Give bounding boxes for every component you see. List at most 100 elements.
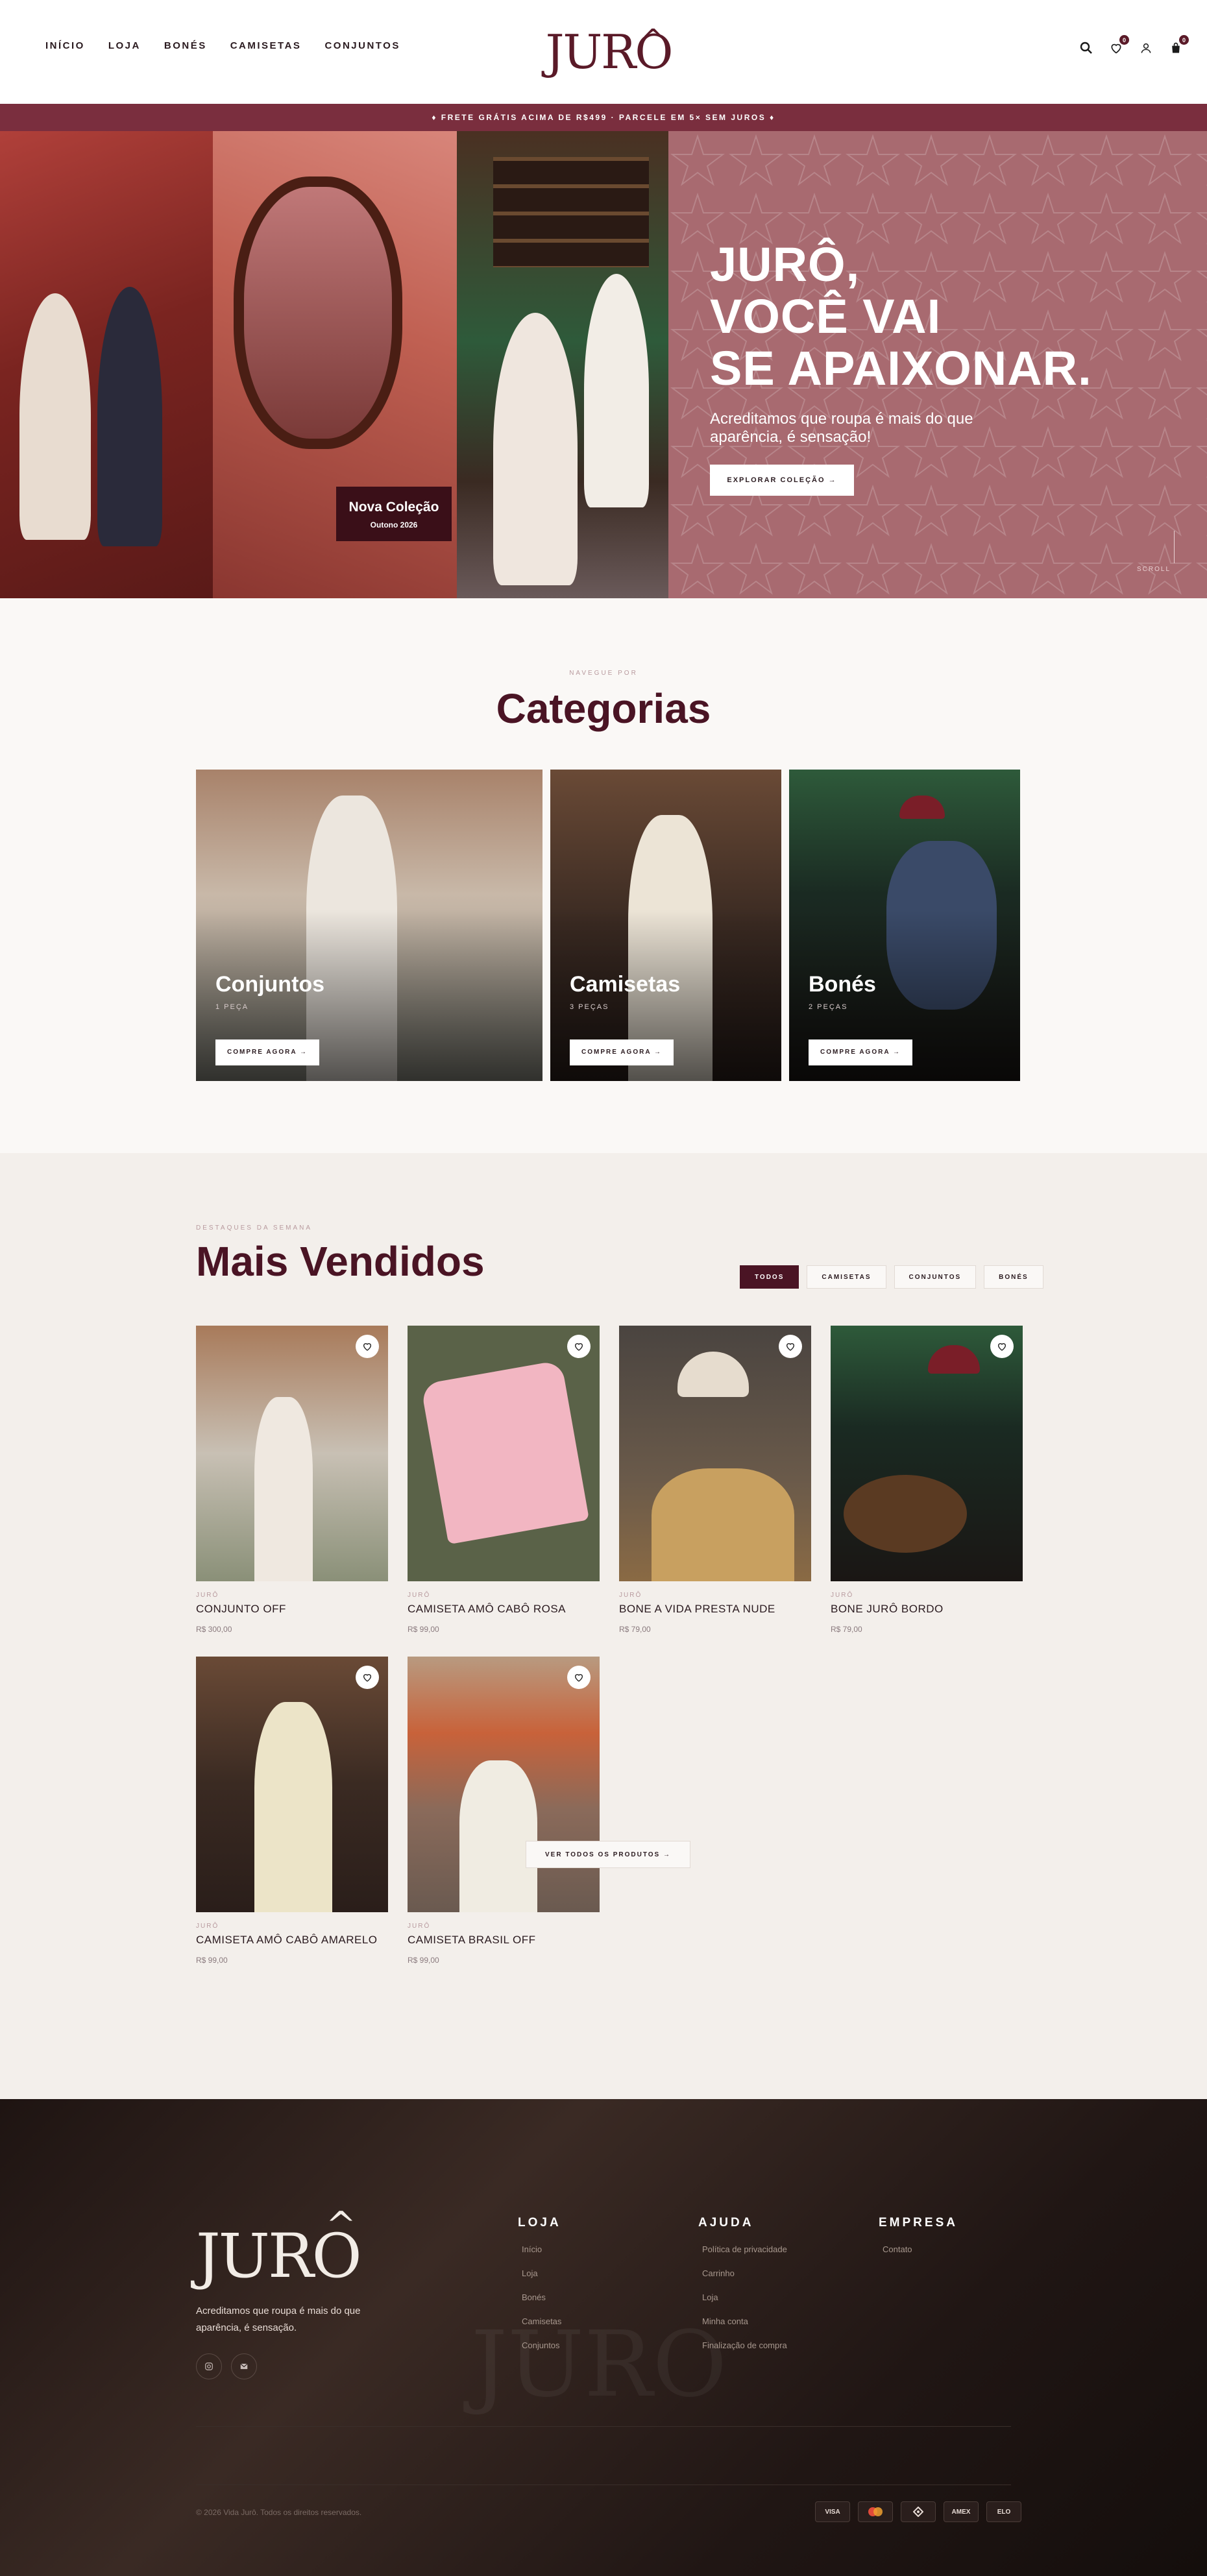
favorite-heart-icon[interactable] xyxy=(567,1666,591,1689)
product-filter-tabs: TODOS CAMISETAS CONJUNTOS BONÉS xyxy=(740,1265,1043,1289)
site-header: INÍCIO LOJA BONÉS CAMISETAS CONJUNTOS JU… xyxy=(0,0,1207,104)
new-collection-badge: Nova Coleção Outono 2026 xyxy=(336,487,452,541)
footer-link[interactable]: Loja xyxy=(702,2292,787,2302)
bestsellers-section: DESTAQUES DA SEMANA Mais Vendidos TODOS … xyxy=(0,1153,1207,2099)
product-brand: JURÔ xyxy=(831,1592,854,1599)
mirror-decor xyxy=(234,176,402,449)
bestsellers-kicker: DESTAQUES DA SEMANA xyxy=(196,1224,313,1232)
hero-headline: JURÔ, VOCÊ VAI SE APAIXONAR. xyxy=(710,237,1092,395)
filter-bones[interactable]: BONÉS xyxy=(984,1265,1043,1289)
category-name: Camisetas xyxy=(570,972,681,997)
category-card-conjuntos[interactable]: Conjuntos 1 PEÇA COMPRE AGORA → xyxy=(196,770,543,1081)
category-name: Conjuntos xyxy=(215,972,325,997)
footer-divider xyxy=(196,2426,1011,2427)
favorite-heart-icon[interactable] xyxy=(567,1335,591,1358)
footer-link[interactable]: Camisetas xyxy=(522,2316,561,2326)
product-name[interactable]: BONE A VIDA PRESTA NUDE xyxy=(619,1603,811,1616)
header-icons: 0 0 xyxy=(1079,35,1189,56)
product-image[interactable] xyxy=(831,1326,1023,1581)
product-image[interactable] xyxy=(408,1326,600,1581)
nav-loja[interactable]: LOJA xyxy=(108,40,141,51)
favorite-heart-icon[interactable] xyxy=(990,1335,1014,1358)
product-card[interactable]: JURÔ BONE JURÔ BORDO R$ 79,00 xyxy=(831,1326,1023,1634)
search-icon[interactable] xyxy=(1079,40,1094,56)
categories-kicker: NAVEGUE POR xyxy=(569,670,638,677)
promo-bar: ♦ FRETE GRÁTIS ACIMA DE R$499 · PARCELE … xyxy=(0,104,1207,131)
category-card-bones[interactable]: Bonés 2 PEÇAS COMPRE AGORA → xyxy=(789,770,1020,1081)
product-name[interactable]: CAMISETA BRASIL OFF xyxy=(408,1934,600,1947)
nav-bones[interactable]: BONÉS xyxy=(164,40,207,51)
product-image[interactable] xyxy=(196,1326,388,1581)
category-count: 2 PEÇAS xyxy=(809,1003,848,1011)
footer-col-loja: LOJA Início Loja Bonés Camisetas Conjunt… xyxy=(518,2216,561,2364)
footer-link[interactable]: Conjuntos xyxy=(522,2340,561,2350)
categories-title: Categorias xyxy=(496,685,711,732)
product-card[interactable]: JURÔ CAMISETA AMÔ CABÔ ROSA R$ 99,00 xyxy=(408,1326,600,1634)
product-price: R$ 79,00 xyxy=(831,1625,862,1634)
copyright-text: © 2026 Vida Jurô. Todos os direitos rese… xyxy=(196,2508,362,2517)
product-price: R$ 79,00 xyxy=(619,1625,651,1634)
footer-link[interactable]: Contato xyxy=(883,2244,958,2254)
filter-conjuntos[interactable]: CONJUNTOS xyxy=(894,1265,977,1289)
footer-logo[interactable]: JURO ^ xyxy=(196,2204,362,2292)
footer-link[interactable]: Finalização de compra xyxy=(702,2340,787,2350)
product-brand: JURÔ xyxy=(619,1592,642,1599)
footer-link[interactable]: Bonés xyxy=(522,2292,561,2302)
brand-logo[interactable]: JURO ^ xyxy=(544,19,674,84)
product-name[interactable]: CAMISETA AMÔ CABÔ AMARELO xyxy=(196,1934,388,1947)
product-image[interactable] xyxy=(196,1657,388,1912)
category-name: Bonés xyxy=(809,972,876,997)
product-card[interactable]: JURÔ BONE A VIDA PRESTA NUDE R$ 79,00 xyxy=(619,1326,811,1634)
favorite-heart-icon[interactable] xyxy=(356,1335,379,1358)
category-card-camisetas[interactable]: Camisetas 3 PEÇAS COMPRE AGORA → xyxy=(550,770,781,1081)
scroll-indicator[interactable]: SCROLL xyxy=(1137,566,1171,573)
scroll-line xyxy=(1174,531,1175,563)
product-price: R$ 300,00 xyxy=(196,1625,232,1634)
product-name[interactable]: BONE JURÔ BORDO xyxy=(831,1603,1023,1616)
footer-link[interactable]: Carrinho xyxy=(702,2268,787,2278)
view-all-products-button[interactable]: VER TODOS OS PRODUTOS → xyxy=(526,1841,690,1868)
footer-link[interactable]: Minha conta xyxy=(702,2316,787,2326)
shop-now-button[interactable]: COMPRE AGORA → xyxy=(215,1039,319,1065)
nav-inicio[interactable]: INÍCIO xyxy=(45,40,85,51)
product-card[interactable]: JURÔ CAMISETA AMÔ CABÔ AMARELO R$ 99,00 xyxy=(196,1657,388,1965)
amex-card-icon: AMEX xyxy=(944,2501,979,2522)
hero-banner: Nova Coleção Outono 2026 JURÔ, VOCÊ VAI … xyxy=(0,131,1207,598)
shop-now-button[interactable]: COMPRE AGORA → xyxy=(809,1039,912,1065)
favorite-heart-icon[interactable] xyxy=(356,1666,379,1689)
explore-collection-button[interactable]: EXPLORAR COLEÇÃO → xyxy=(710,465,854,496)
nav-camisetas[interactable]: CAMISETAS xyxy=(230,40,302,51)
email-envelope-icon[interactable] xyxy=(231,2353,257,2379)
wishlist-heart-icon[interactable]: 0 xyxy=(1108,35,1129,56)
favorite-heart-icon[interactable] xyxy=(779,1335,802,1358)
account-user-icon[interactable] xyxy=(1138,40,1154,56)
product-name[interactable]: CAMISETA AMÔ CABÔ ROSA xyxy=(408,1603,600,1616)
pix-icon xyxy=(901,2501,936,2522)
footer-col-ajuda: AJUDA Política de privacidade Carrinho L… xyxy=(698,2216,787,2364)
new-collection-season: Outono 2026 xyxy=(370,520,418,529)
product-card[interactable]: JURÔ CONJUNTO OFF R$ 300,00 xyxy=(196,1326,388,1634)
shop-now-button[interactable]: COMPRE AGORA → xyxy=(570,1039,674,1065)
instagram-icon[interactable] xyxy=(196,2353,222,2379)
product-card[interactable]: JURÔ CAMISETA BRASIL OFF R$ 99,00 xyxy=(408,1657,600,1965)
cart-bag-icon[interactable]: 0 xyxy=(1168,35,1189,56)
nav-conjuntos[interactable]: CONJUNTOS xyxy=(324,40,400,51)
mastercard-icon xyxy=(858,2501,893,2522)
product-price: R$ 99,00 xyxy=(408,1956,439,1965)
product-brand: JURÔ xyxy=(196,1923,219,1930)
product-image[interactable] xyxy=(619,1326,811,1581)
product-image[interactable] xyxy=(408,1657,600,1912)
category-count: 3 PEÇAS xyxy=(570,1003,609,1011)
footer-col-empresa: EMPRESA Contato xyxy=(879,2216,958,2268)
footer-col-title: EMPRESA xyxy=(879,2216,958,2230)
filter-camisetas[interactable]: CAMISETAS xyxy=(807,1265,886,1289)
wishlist-count-badge: 0 xyxy=(1119,35,1129,45)
footer-link[interactable]: Início xyxy=(522,2244,561,2254)
product-name[interactable]: CONJUNTO OFF xyxy=(196,1603,388,1616)
footer-link[interactable]: Loja xyxy=(522,2268,561,2278)
elo-card-icon: ELO xyxy=(986,2501,1021,2522)
footer-col-title: AJUDA xyxy=(698,2216,754,2230)
filter-todos[interactable]: TODOS xyxy=(740,1265,799,1289)
cart-count-badge: 0 xyxy=(1179,35,1189,45)
footer-link[interactable]: Política de privacidade xyxy=(702,2244,787,2254)
